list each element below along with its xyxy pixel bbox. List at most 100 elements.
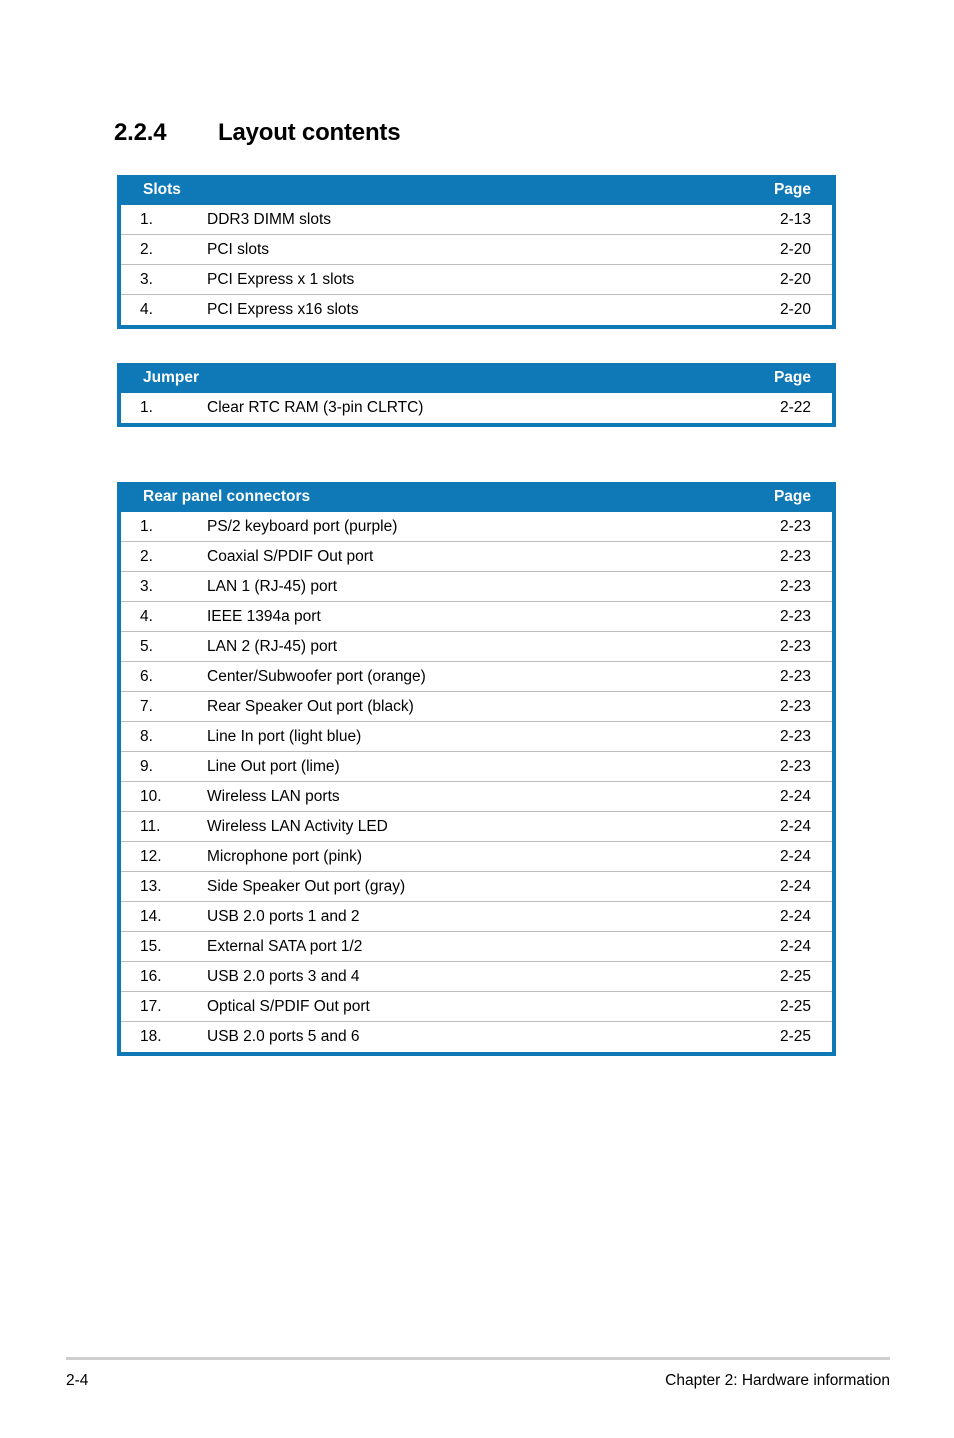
table-row: 15. External SATA port 1/2 2-24: [121, 932, 832, 962]
table-row: 6. Center/Subwoofer port (orange) 2-23: [121, 662, 832, 692]
table-row: 1. Clear RTC RAM (3-pin CLRTC) 2-22: [121, 393, 832, 423]
row-number: 2.: [140, 240, 153, 258]
table-row: 13. Side Speaker Out port (gray) 2-24: [121, 872, 832, 902]
row-page: 2-20: [779, 301, 811, 318]
row-description: Rear Speaker Out port (black): [207, 697, 414, 715]
row-page: 2-23: [779, 577, 811, 595]
row-page: 2-25: [779, 967, 811, 985]
table-row: 2. Coaxial S/PDIF Out port 2-23: [121, 542, 832, 572]
section-title: Layout contents: [218, 119, 401, 146]
row-page: 2-20: [779, 240, 811, 258]
footer-divider: [66, 1357, 890, 1360]
row-page: 2-24: [779, 817, 811, 835]
row-description: USB 2.0 ports 5 and 6: [207, 1028, 360, 1045]
page-title: 2.2.4 Layout contents: [114, 119, 401, 147]
row-number: 10.: [140, 787, 162, 805]
row-page: 2-24: [779, 877, 811, 895]
table-header-label: Rear panel connectors: [143, 488, 311, 505]
row-description: LAN 1 (RJ-45) port: [207, 577, 338, 595]
row-description: Center/Subwoofer port (orange): [207, 667, 426, 685]
row-page: 2-23: [779, 547, 811, 565]
row-number: 12.: [140, 847, 162, 865]
row-number: 11.: [140, 817, 161, 835]
row-number: 18.: [140, 1028, 162, 1045]
table-row: 10. Wireless LAN ports 2-24: [121, 782, 832, 812]
page-footer: 2-4 Chapter 2: Hardware information: [66, 1370, 890, 1392]
row-page: 2-23: [779, 757, 811, 775]
row-description: Line In port (light blue): [207, 727, 362, 745]
table-row: 3. PCI Express x 1 slots 2-20: [121, 265, 832, 295]
row-page: 2-24: [779, 937, 811, 955]
row-description: Clear RTC RAM (3-pin CLRTC): [207, 399, 424, 416]
row-number: 5.: [140, 637, 153, 655]
row-page: 2-25: [779, 1028, 811, 1045]
table-row: 14. USB 2.0 ports 1 and 2 2-24: [121, 902, 832, 932]
row-number: 7.: [140, 697, 153, 715]
row-number: 17.: [140, 997, 162, 1015]
table-row: 17. Optical S/PDIF Out port 2-25: [121, 992, 832, 1022]
row-page: 2-23: [779, 697, 811, 715]
row-number: 9.: [140, 757, 153, 775]
table-header-page: Page: [773, 488, 811, 505]
row-description: IEEE 1394a port: [207, 607, 321, 625]
row-page: 2-22: [779, 399, 811, 416]
table-slots: Slots Page 1. DDR3 DIMM slots 2-13 2. PC…: [117, 175, 836, 329]
table-row: 4. PCI Express x16 slots 2-20: [121, 295, 832, 325]
table-jumper: Jumper Page 1. Clear RTC RAM (3-pin CLRT…: [117, 363, 836, 427]
footer-page-number: 2-4: [66, 1372, 89, 1389]
row-description: Wireless LAN ports: [207, 787, 340, 805]
table-body: 1. PS/2 keyboard port (purple) 2-23 2. C…: [121, 512, 832, 1052]
row-description: DDR3 DIMM slots: [207, 210, 332, 228]
row-page: 2-23: [779, 607, 811, 625]
table-row: 4. IEEE 1394a port 2-23: [121, 602, 832, 632]
table-row: 12. Microphone port (pink) 2-24: [121, 842, 832, 872]
row-description: Microphone port (pink): [207, 847, 363, 865]
row-page: 2-23: [779, 517, 811, 535]
row-description: USB 2.0 ports 1 and 2: [207, 907, 360, 925]
table-header-page: Page: [773, 181, 811, 198]
table-header-label: Slots: [143, 181, 181, 198]
footer-chapter-label: Chapter 2: Hardware information: [665, 1372, 890, 1389]
row-description: PS/2 keyboard port (purple): [207, 517, 398, 535]
row-number: 15.: [140, 937, 162, 955]
row-description: Wireless LAN Activity LED: [207, 817, 388, 835]
row-number: 1.: [140, 210, 153, 228]
table-header-row: Slots Page: [117, 175, 836, 205]
table-rear-panel-connectors: Rear panel connectors Page 1. PS/2 keybo…: [117, 482, 836, 1056]
row-page: 2-23: [779, 667, 811, 685]
row-page: 2-24: [779, 907, 811, 925]
row-number: 3.: [140, 577, 153, 595]
table-row: 8. Line In port (light blue) 2-23: [121, 722, 832, 752]
table-row: 3. LAN 1 (RJ-45) port 2-23: [121, 572, 832, 602]
table-row: 7. Rear Speaker Out port (black) 2-23: [121, 692, 832, 722]
row-number: 2.: [140, 547, 153, 565]
row-page: 2-24: [779, 847, 811, 865]
table-row: 18. USB 2.0 ports 5 and 6 2-25: [121, 1022, 832, 1052]
table-header-row: Rear panel connectors Page: [117, 482, 836, 512]
row-description: Line Out port (lime): [207, 757, 340, 775]
row-page: 2-24: [779, 787, 811, 805]
row-description: PCI Express x16 slots: [207, 301, 359, 318]
row-description: Side Speaker Out port (gray): [207, 877, 406, 895]
row-number: 13.: [140, 877, 162, 895]
row-description: Optical S/PDIF Out port: [207, 997, 370, 1015]
row-number: 1.: [140, 517, 153, 535]
row-description: PCI Express x 1 slots: [207, 270, 355, 288]
table-row: 1. DDR3 DIMM slots 2-13: [121, 205, 832, 235]
row-page: 2-23: [779, 637, 811, 655]
table-header-page: Page: [773, 369, 811, 386]
section-number: 2.2.4: [114, 119, 167, 146]
table-body: 1. Clear RTC RAM (3-pin CLRTC) 2-22: [121, 393, 832, 423]
row-page: 2-23: [779, 727, 811, 745]
row-description: USB 2.0 ports 3 and 4: [207, 967, 360, 985]
table-row: 11. Wireless LAN Activity LED 2-24: [121, 812, 832, 842]
row-number: 3.: [140, 270, 153, 288]
row-page: 2-13: [779, 210, 811, 228]
row-number: 4.: [140, 607, 153, 625]
row-number: 6.: [140, 667, 153, 685]
row-description: External SATA port 1/2: [207, 937, 363, 955]
table-row: 2. PCI slots 2-20: [121, 235, 832, 265]
document-page: 2.2.4 Layout contents Slots Page 1. DDR3…: [0, 0, 954, 1438]
table-row: 16. USB 2.0 ports 3 and 4 2-25: [121, 962, 832, 992]
table-row: 1. PS/2 keyboard port (purple) 2-23: [121, 512, 832, 542]
